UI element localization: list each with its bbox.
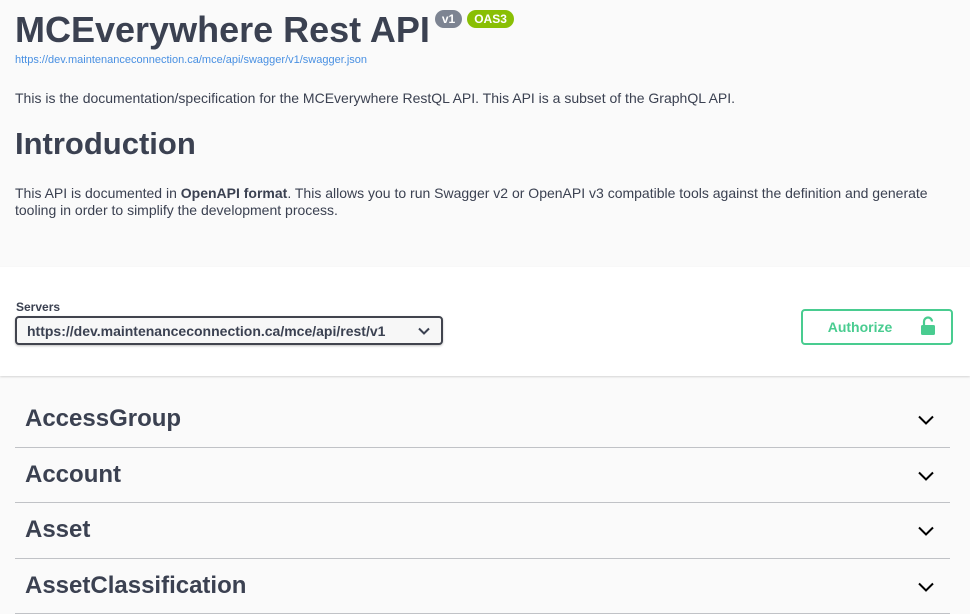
chevron-down-icon — [916, 520, 936, 540]
tag-section-accessgroup[interactable]: AccessGroup — [15, 392, 950, 448]
tag-name: Asset — [25, 516, 90, 544]
api-title: MCEverywhere Rest API — [15, 8, 430, 52]
tag-name: AccessGroup — [25, 405, 181, 433]
chevron-down-icon — [417, 324, 431, 338]
spec-url-link[interactable]: https://dev.maintenanceconnection.ca/mce… — [15, 54, 367, 66]
chevron-down-icon — [916, 409, 936, 429]
introduction-text: This API is documented in OpenAPI format… — [15, 185, 945, 219]
servers-container: Servers https://dev.maintenanceconnectio… — [0, 267, 970, 376]
api-description: This is the documentation/specification … — [15, 90, 735, 106]
server-select[interactable]: https://dev.maintenanceconnection.ca/mce… — [15, 316, 443, 345]
chevron-down-icon — [916, 465, 936, 485]
tag-section-asset[interactable]: Asset — [15, 503, 950, 559]
servers-label: Servers — [16, 300, 60, 314]
unlock-icon — [920, 316, 936, 339]
tag-name: AssetClassification — [25, 572, 246, 600]
tag-list: AccessGroup Account Asset AssetClassific… — [15, 392, 950, 614]
intro-text-part: This API is documented in — [15, 185, 181, 201]
tag-section-account[interactable]: Account — [15, 448, 950, 504]
authorize-label: Authorize — [828, 319, 893, 335]
chevron-down-icon — [916, 576, 936, 596]
tag-section-assetclassification[interactable]: AssetClassification — [15, 559, 950, 614]
tag-name: Account — [25, 461, 121, 489]
title-row: MCEverywhere Rest API v1 OAS3 — [15, 8, 514, 52]
authorize-button[interactable]: Authorize — [801, 309, 953, 345]
oas-badge: OAS3 — [467, 10, 514, 28]
introduction-heading: Introduction — [15, 126, 196, 162]
openapi-format-text: OpenAPI format — [181, 185, 288, 201]
api-info-section: MCEverywhere Rest API v1 OAS3 https://de… — [0, 0, 970, 267]
server-selected-value: https://dev.maintenanceconnection.ca/mce… — [27, 323, 385, 339]
version-badge: v1 — [435, 10, 462, 28]
